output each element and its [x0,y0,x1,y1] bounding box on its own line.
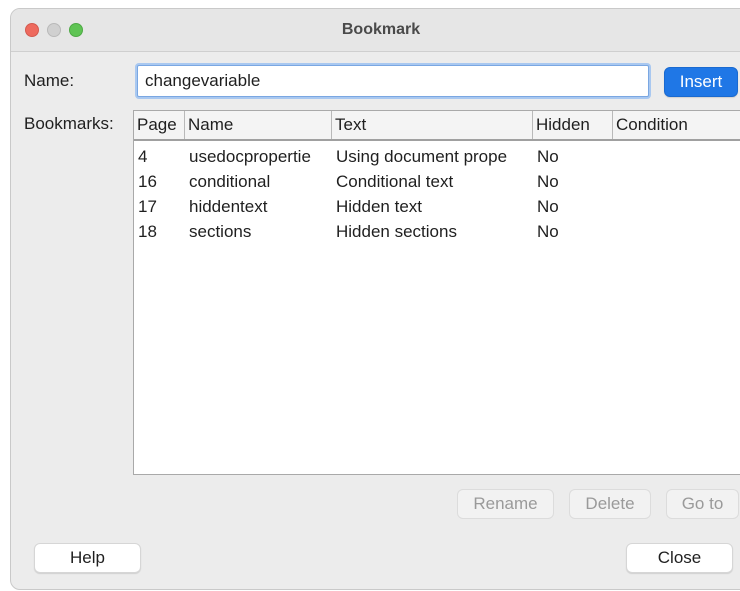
bookmark-dialog: Bookmark Name: Insert Bookmarks: Page Na… [10,8,740,590]
name-input[interactable] [137,65,649,97]
cell-text: Hidden text [336,197,422,216]
cell-page: 17 [138,197,157,216]
cell-page: 4 [138,147,148,166]
column-header-name[interactable]: Name [185,111,332,139]
cell-condition [613,144,740,169]
cell-text: Hidden sections [336,222,457,241]
cell-name: sections [189,222,252,241]
help-button[interactable]: Help [34,543,141,573]
cell-page: 18 [138,222,157,241]
cell-hidden: No [537,147,559,166]
go-to-button[interactable]: Go to [666,489,739,519]
cell-condition [613,169,740,194]
table-header: Page Name Text Hidden Condition [134,111,740,141]
table-row[interactable]: 16 conditional Conditional text No [134,169,740,194]
delete-button[interactable]: Delete [569,489,651,519]
cell-page: 16 [138,172,157,191]
cell-name: hiddentext [189,197,268,216]
cell-condition [613,219,740,244]
cell-condition [613,194,740,219]
rename-button[interactable]: Rename [457,489,554,519]
table-row[interactable]: 17 hiddentext Hidden text No [134,194,740,219]
cell-name: usedocpropertie [189,147,311,166]
table-row[interactable]: 18 sections Hidden sections No [134,219,740,244]
cell-text: Using document prope [336,147,508,166]
cell-name: conditional [189,172,271,191]
column-header-page[interactable]: Page [134,111,185,139]
cell-text: Conditional text [336,172,454,191]
bookmarks-label: Bookmarks: [24,114,114,133]
title-bar: Bookmark [11,9,740,52]
column-header-text[interactable]: Text [332,111,533,139]
column-header-hidden[interactable]: Hidden [533,111,613,139]
column-header-condition[interactable]: Condition [613,111,740,139]
dialog-title: Bookmark [341,21,421,38]
table-row[interactable]: 4 usedocpropertie Using document prope N… [134,144,740,169]
insert-button[interactable]: Insert [664,67,738,97]
close-button[interactable]: Close [626,543,733,573]
cell-hidden: No [537,222,559,241]
cell-hidden: No [537,197,559,216]
name-label: Name: [24,71,75,90]
cell-hidden: No [537,172,559,191]
bookmarks-table[interactable]: Page Name Text Hidden Condition 4 usedoc… [133,110,740,475]
